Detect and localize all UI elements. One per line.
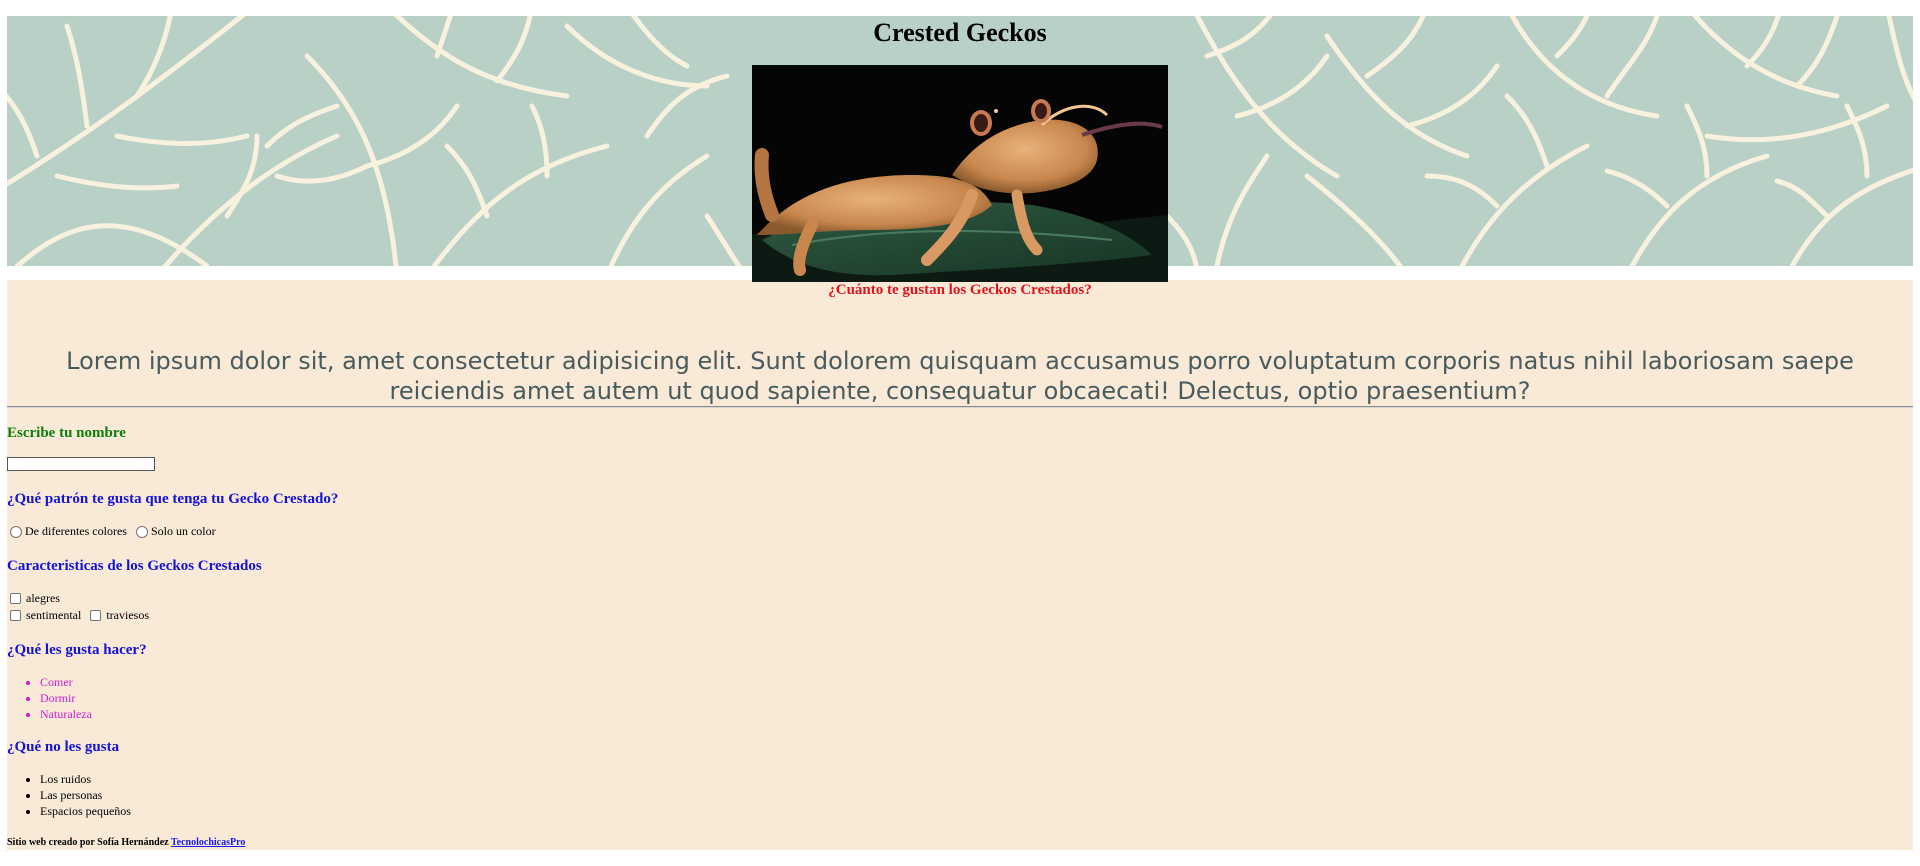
traits-row-2: sentimental traviesos <box>7 608 149 623</box>
pattern-radio-multicolor[interactable] <box>10 525 22 538</box>
footer: Sitio web creado por Sofía Hernández Tec… <box>7 837 245 848</box>
main-content: ¿Cuánto te gustan los Geckos Crestados? … <box>7 280 1913 850</box>
pattern-options: De diferentes colores Solo un color <box>7 524 216 539</box>
list-item: Espacios pequeños <box>40 803 131 819</box>
trait-label: traviesos <box>106 608 149 622</box>
trait-checkbox-traviesos[interactable] <box>90 610 102 621</box>
list-item: Dormir <box>40 690 92 706</box>
likes-list: Comer Dormir Naturaleza <box>7 674 92 722</box>
hero-caption: ¿Cuánto te gustan los Geckos Crestados? <box>828 282 1092 298</box>
trait-checkbox-sentimental[interactable] <box>10 610 21 621</box>
list-item: Los ruidos <box>40 771 131 787</box>
horizontal-divider <box>7 406 1913 408</box>
list-item: Las personas <box>40 787 131 803</box>
traits-heading: Caracteristicas de los Geckos Crestados <box>7 558 262 574</box>
likes-heading: ¿Qué les gusta hacer? <box>7 642 147 658</box>
trait-checkbox-alegres[interactable] <box>10 593 21 604</box>
crested-gecko-photo <box>752 65 1168 282</box>
dislikes-list: Los ruidos Las personas Espacios pequeño… <box>7 771 131 819</box>
intro-paragraph: Lorem ipsum dolor sit, amet consectetur … <box>66 347 1854 405</box>
page-title: Crested Geckos <box>873 18 1047 47</box>
list-item: Comer <box>40 674 92 690</box>
pattern-radio-single-color[interactable] <box>135 525 148 538</box>
pattern-option-label: De diferentes colores <box>25 524 127 538</box>
list-item: Naturaleza <box>40 706 92 722</box>
trait-label: sentimental <box>26 608 82 622</box>
pattern-option-label: Solo un color <box>150 524 216 538</box>
traits-row-1: alegres <box>7 591 60 606</box>
trait-label: alegres <box>26 591 60 605</box>
pattern-heading: ¿Qué patrón te gusta que tenga tu Gecko … <box>7 491 339 507</box>
page: Crested Geckos ¿Cuánto te gustan los Gec… <box>7 16 1913 850</box>
name-heading: Escribe tu nombre <box>7 425 126 441</box>
dislikes-heading: ¿Qué no les gusta <box>7 739 120 755</box>
name-input[interactable] <box>7 457 155 471</box>
footer-text: Sitio web creado por Sofía Hernández <box>7 837 169 848</box>
footer-link[interactable]: TecnolochicasPro <box>171 837 245 848</box>
